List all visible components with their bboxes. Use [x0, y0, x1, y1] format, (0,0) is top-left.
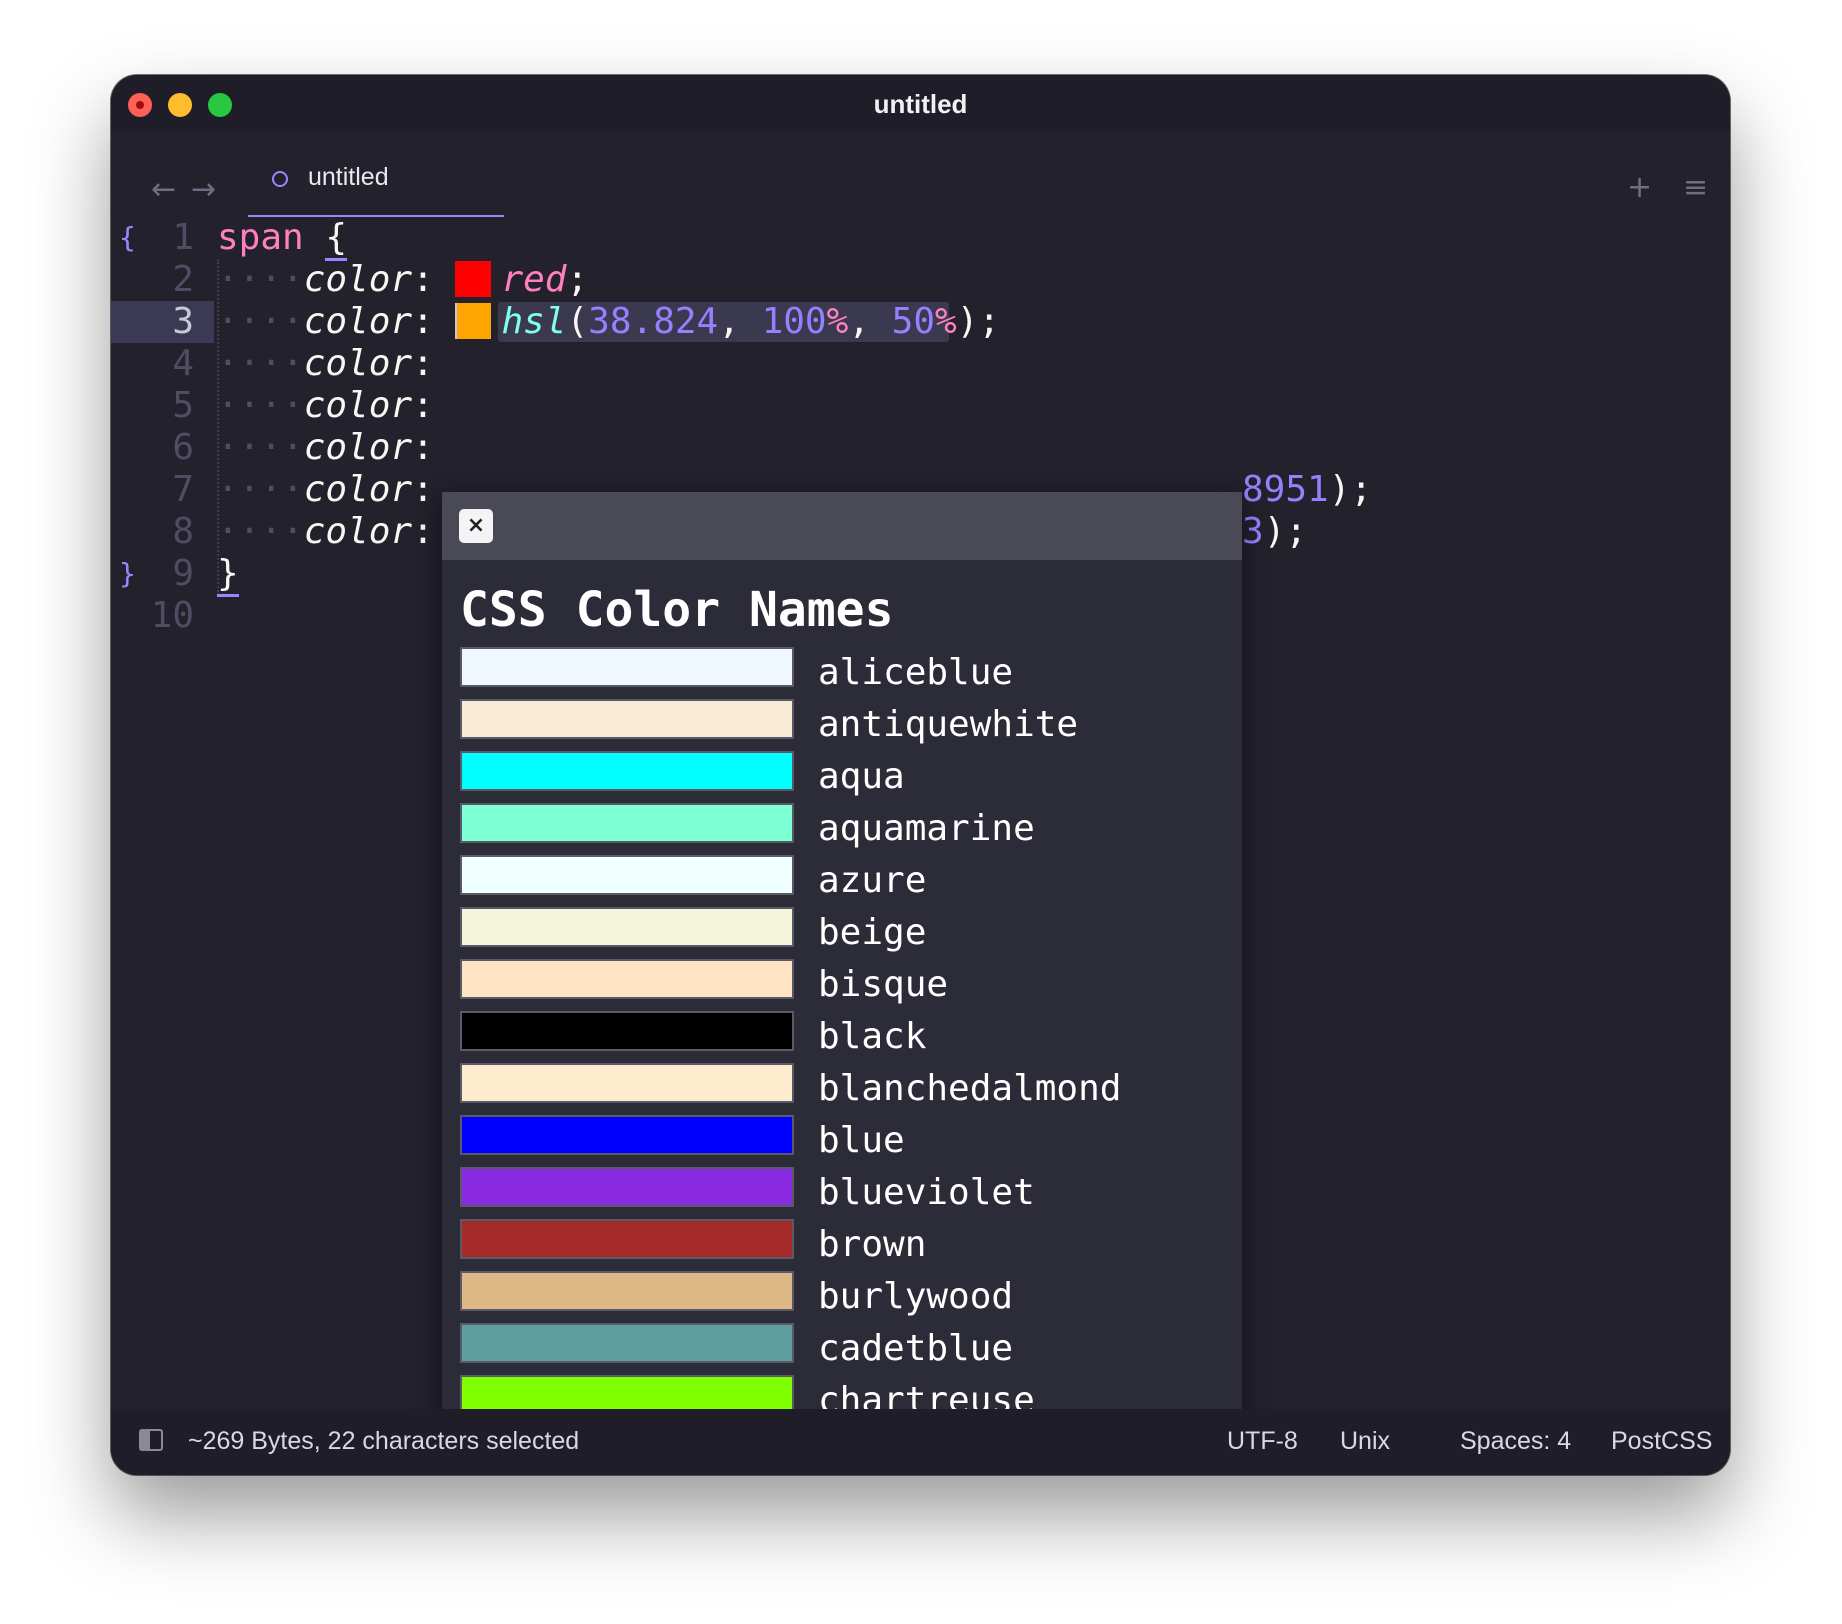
file-info: ~269 Bytes, 22 characters selected [188, 1427, 580, 1455]
function-name: hsl [501, 301, 567, 342]
color-chip [460, 1271, 794, 1311]
property-name: color [303, 427, 413, 468]
color-name: burlywood [818, 1276, 1014, 1317]
code-tail: 3); [1242, 511, 1308, 552]
color-name: aliceblue [818, 652, 1014, 693]
color-list-item[interactable]: blueviolet [460, 1167, 1220, 1219]
back-arrow-icon[interactable]: ← [151, 175, 176, 205]
close-icon[interactable]: × [459, 509, 493, 543]
line-number: 6 [172, 427, 194, 468]
selector: span [217, 217, 304, 258]
code-line-5: 5 ····color: [111, 385, 1730, 427]
forward-arrow-icon[interactable]: → [191, 175, 216, 205]
line-number: 2 [172, 259, 194, 300]
color-list-item[interactable]: aqua [460, 751, 1220, 803]
code-line-3: 3 ····color: hsl(38.824, 100%, 50%); [111, 301, 1730, 343]
line-number: 5 [172, 385, 194, 426]
color-name: azure [818, 860, 927, 901]
color-swatch[interactable] [455, 303, 492, 339]
property-name: color [303, 259, 413, 300]
color-name: brown [818, 1224, 927, 1265]
color-chip [460, 751, 794, 791]
sidebar-toggle-icon[interactable] [139, 1429, 163, 1451]
color-list-item[interactable]: azure [460, 855, 1220, 907]
color-swatch[interactable] [455, 261, 492, 297]
syntax-mode[interactable]: PostCSS [1611, 1427, 1712, 1456]
status-bar: ~269 Bytes, 22 characters selected UTF-8… [111, 1409, 1730, 1475]
color-chip [460, 647, 794, 687]
color-list-item[interactable]: black [460, 1011, 1220, 1063]
color-list-item[interactable]: burlywood [460, 1271, 1220, 1323]
window-title: untitled [873, 89, 968, 119]
color-chip [460, 1167, 794, 1207]
color-name: beige [818, 912, 927, 953]
property-name: color [303, 301, 413, 342]
line-number: 4 [172, 343, 194, 384]
open-brace: { [325, 217, 348, 261]
color-chip [460, 1011, 794, 1051]
unsaved-dot-icon [272, 171, 288, 187]
color-name: black [818, 1016, 927, 1057]
title-bar: untitled [111, 75, 1730, 131]
color-list-item[interactable]: aquamarine [460, 803, 1220, 855]
indentation[interactable]: Spaces: 4 [1460, 1427, 1571, 1456]
color-list-item[interactable]: beige [460, 907, 1220, 959]
tab-label: untitled [308, 163, 389, 191]
color-list-item[interactable]: blue [460, 1115, 1220, 1167]
tab-untitled[interactable]: untitled [248, 131, 504, 217]
property-name: color [303, 469, 413, 510]
editor-window: untitled ← → untitled + ≡ { 1 span { 2 ·… [111, 75, 1730, 1475]
line-number: 7 [172, 469, 194, 510]
line-number: 8 [172, 511, 194, 552]
color-chip [460, 959, 794, 999]
color-chip [460, 1063, 794, 1103]
color-name: antiquewhite [818, 704, 1079, 745]
color-name: blueviolet [818, 1172, 1035, 1213]
encoding[interactable]: UTF-8 [1227, 1427, 1298, 1456]
color-list-item[interactable]: blanchedalmond [460, 1063, 1220, 1115]
color-names-popup[interactable]: × CSS Color Names aliceblue antiquewhite a… [442, 492, 1242, 1475]
line-endings[interactable]: Unix [1340, 1427, 1390, 1456]
code-line-1: { 1 span { [111, 217, 1730, 261]
color-name: blue [818, 1120, 905, 1161]
code-line-6: 6 ····color: [111, 427, 1730, 469]
code-line-4: 4 ····color: [111, 343, 1730, 385]
color-chip [460, 855, 794, 895]
line-number: 10 [150, 595, 194, 636]
line-number: 1 [172, 217, 194, 258]
color-chip [460, 1115, 794, 1155]
property-name: color [303, 511, 413, 552]
color-chip [460, 699, 794, 739]
color-name: aqua [818, 756, 905, 797]
menu-icon[interactable]: ≡ [1683, 173, 1708, 203]
color-list-item[interactable]: cadetblue [460, 1323, 1220, 1375]
color-list-item[interactable]: aliceblue [460, 647, 1220, 699]
code-editor[interactable]: { 1 span { 2 ····color: red; 3 ····color… [111, 217, 1730, 1475]
color-chip [460, 803, 794, 843]
color-chip [460, 1219, 794, 1259]
color-list-item[interactable]: brown [460, 1219, 1220, 1271]
color-chip [460, 907, 794, 947]
property-name: color [303, 385, 413, 426]
color-chip [460, 1323, 794, 1363]
close-brace: } [217, 553, 239, 597]
color-name: cadetblue [818, 1328, 1014, 1369]
property-name: color [303, 343, 413, 384]
color-list-item[interactable]: bisque [460, 959, 1220, 1011]
property-value: red [501, 259, 567, 300]
code-line-2: 2 ····color: red; [111, 259, 1730, 301]
color-name: aquamarine [818, 808, 1035, 849]
color-list-item[interactable]: antiquewhite [460, 699, 1220, 751]
new-tab-icon[interactable]: + [1627, 173, 1652, 203]
color-name: blanchedalmond [818, 1068, 1122, 1109]
line-number: 9 [172, 553, 194, 594]
popup-header: × [442, 492, 1242, 560]
popup-title: CSS Color Names [460, 582, 894, 638]
color-name: bisque [818, 964, 949, 1005]
line-number: 3 [172, 301, 194, 342]
code-tail: 8951); [1242, 469, 1373, 510]
